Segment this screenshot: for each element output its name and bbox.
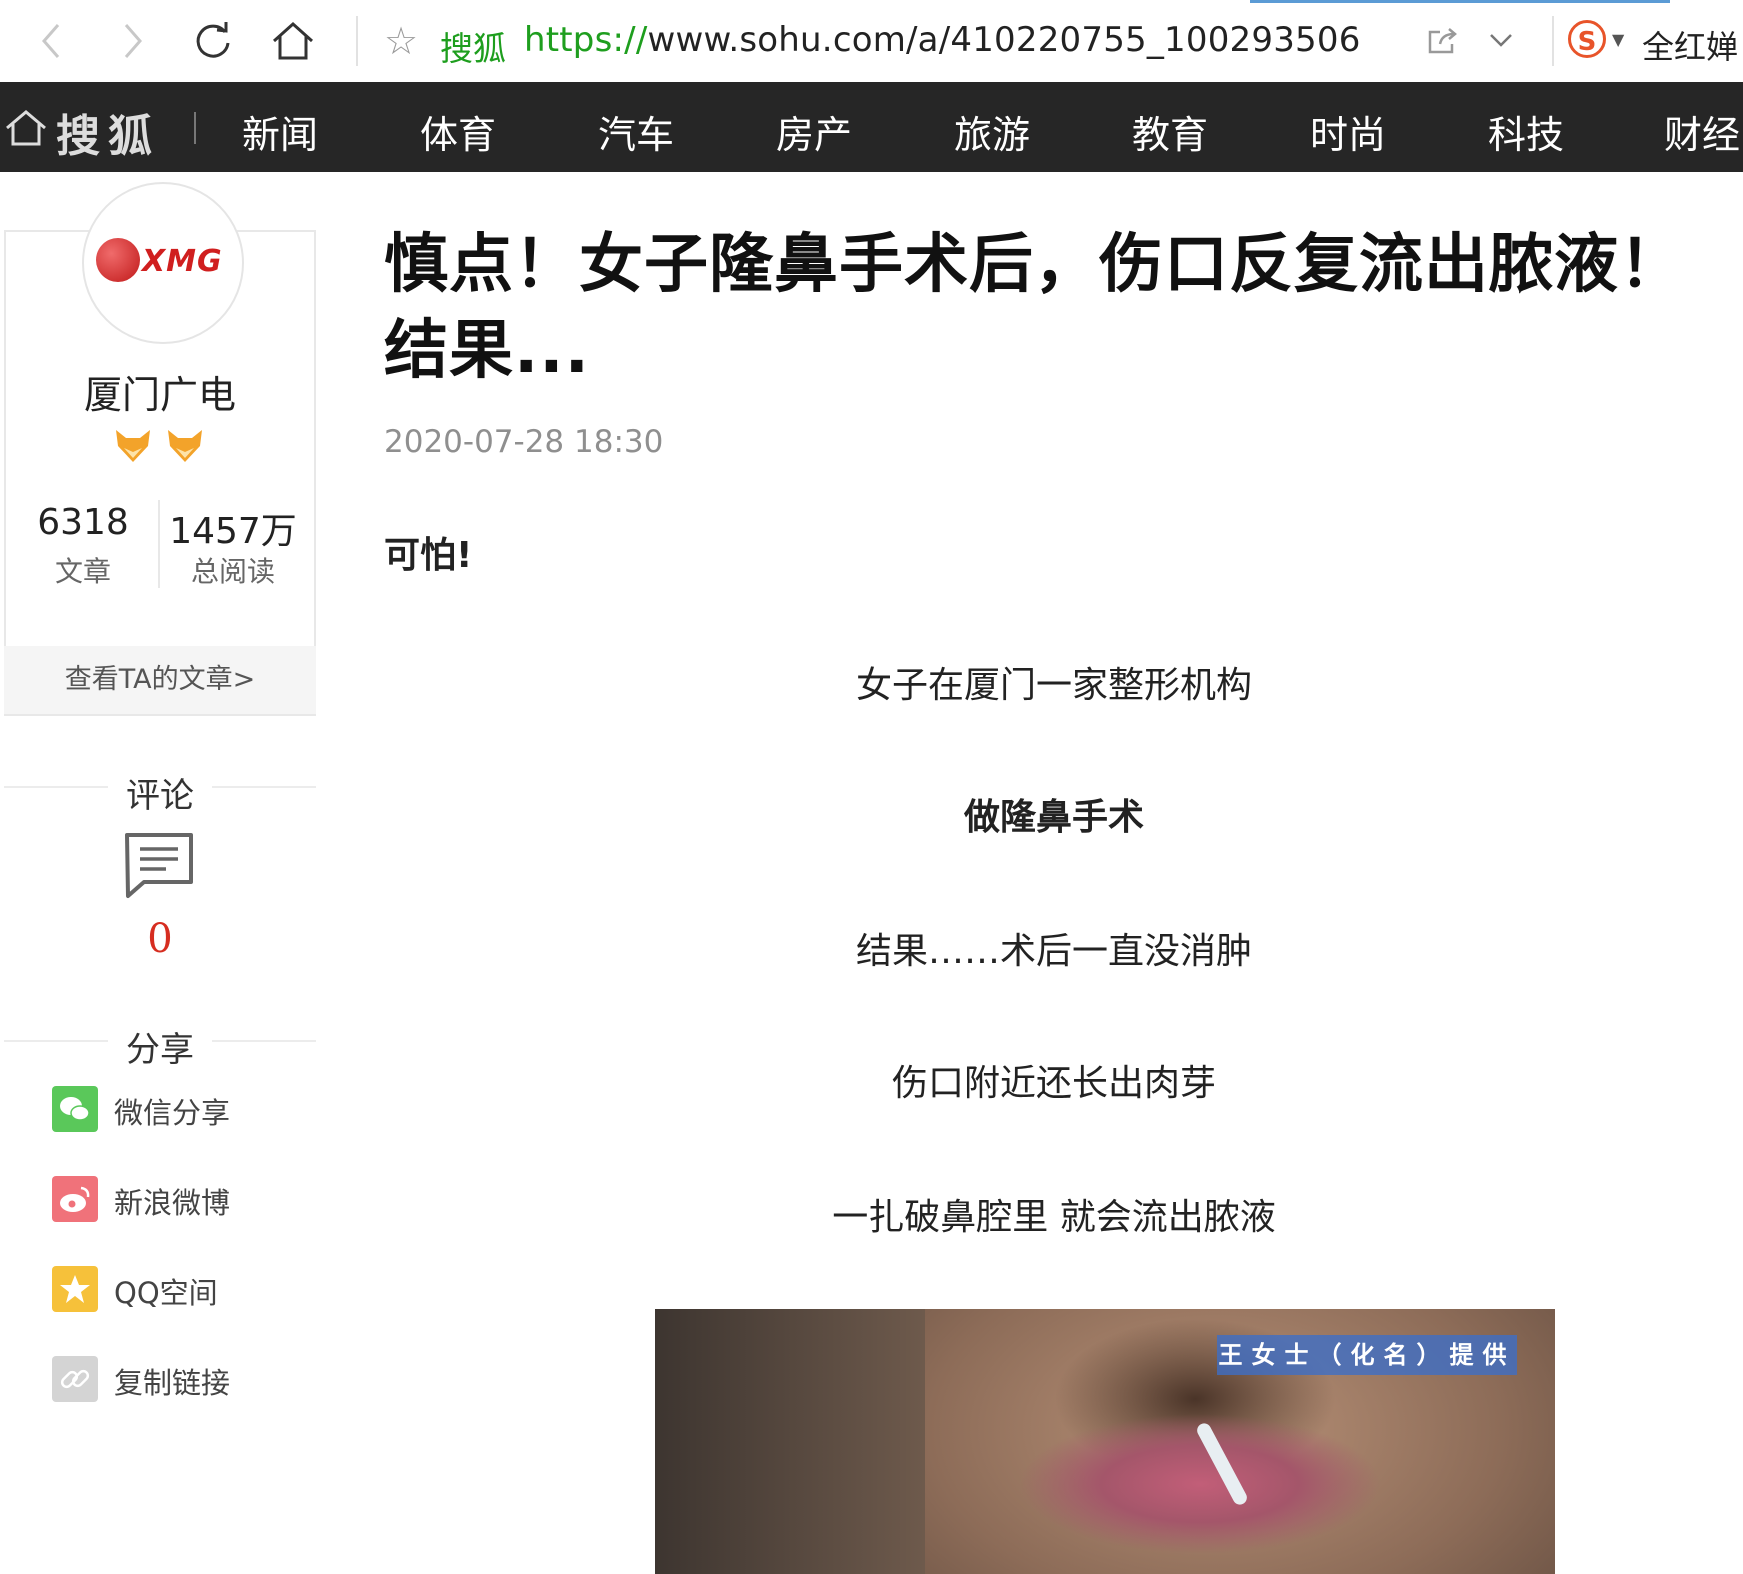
article-paragraph: 伤口附近还长出肉芽: [891, 1063, 1216, 1104]
reload-icon: [196, 22, 230, 58]
comments-title: 评论: [126, 776, 194, 816]
article-paragraph: 做隆鼻手术: [963, 797, 1144, 838]
reload-button[interactable]: [186, 14, 240, 68]
url-path: www.sohu.com/a/410220755_100293506: [647, 20, 1361, 60]
url-protocol: https://: [524, 20, 648, 60]
address-bar[interactable]: https://www.sohu.com/a/410220755_1002935…: [524, 20, 1361, 60]
link-icon: [52, 1356, 98, 1402]
article-image[interactable]: 王女士（化名）提供: [655, 1309, 1555, 1574]
nav-item-sports[interactable]: 体育: [420, 104, 496, 159]
nav-item-auto[interactable]: 汽车: [598, 104, 674, 159]
xmg-logo-icon: [96, 238, 140, 282]
home-icon: [272, 21, 314, 60]
comment-icon[interactable]: [124, 832, 194, 900]
search-input[interactable]: 全红婵: [1642, 22, 1738, 68]
nav-item-fashion[interactable]: 时尚: [1310, 104, 1386, 159]
sohu-logo[interactable]: 搜狐: [56, 100, 160, 164]
author-name[interactable]: 厦门广电: [0, 364, 320, 419]
nav-item-education[interactable]: 教育: [1132, 104, 1208, 159]
nav-item-tech[interactable]: 科技: [1488, 104, 1564, 159]
toolbar-separator: [1552, 16, 1554, 66]
article-paragraph: 一扎破鼻腔里 就会流出脓液: [832, 1197, 1276, 1238]
chevron-left-icon: [42, 24, 60, 58]
article-lead: 可怕!: [384, 535, 473, 576]
forward-button[interactable]: [106, 14, 160, 68]
fox-badge-icon: [168, 430, 202, 462]
view-author-articles-link[interactable]: 查看TA的文章>: [4, 646, 316, 714]
nav-divider: [194, 112, 196, 144]
comment-count[interactable]: 0: [0, 916, 320, 962]
article-date: 2020-07-28 18:30: [384, 424, 664, 460]
avatar-logo-text: XMG: [142, 244, 223, 279]
sogou-icon[interactable]: S: [1568, 20, 1606, 58]
total-reads-label: 总阅读: [190, 555, 275, 588]
share-weibo-label: 新浪微博: [114, 1186, 231, 1220]
site-name-label: 搜狐: [440, 29, 506, 68]
share-title: 分享: [126, 1030, 194, 1070]
browser-toolbar: ☆ 搜狐 https://www.sohu.com/a/410220755_10…: [0, 0, 1743, 83]
qzone-icon: [52, 1266, 98, 1312]
wechat-icon: [52, 1086, 98, 1132]
home-icon[interactable]: [4, 108, 48, 148]
weibo-icon: [52, 1176, 98, 1222]
image-caption: 王女士（化名）提供: [1217, 1335, 1517, 1375]
articles-count: 6318: [37, 502, 129, 543]
cotton-swab: [1194, 1420, 1250, 1508]
toolbar-separator: [356, 16, 358, 66]
nav-item-news[interactable]: 新闻: [242, 104, 318, 159]
articles-label: 文章: [54, 555, 111, 588]
back-button[interactable]: [24, 14, 78, 68]
total-reads-count: 1457万: [169, 511, 297, 552]
article-paragraph: 女子在厦门一家整形机构: [855, 665, 1252, 706]
copy-link-label: 复制链接: [114, 1366, 231, 1400]
nav-item-finance[interactable]: 财经: [1664, 104, 1740, 159]
site-nav-bar: 搜狐 新闻 体育 汽车 房产 旅游 教育 时尚 科技 财经: [0, 82, 1743, 172]
share-page-icon[interactable]: [1426, 26, 1460, 56]
fox-badge-icon: [116, 430, 150, 462]
home-button[interactable]: [266, 14, 320, 68]
caret-down-icon[interactable]: ▼: [1612, 30, 1624, 49]
chevron-down-icon[interactable]: [1486, 28, 1516, 52]
loading-accent-bar: [1250, 0, 1670, 3]
share-qzone-label: QQ空间: [114, 1276, 218, 1310]
nav-item-realestate[interactable]: 房产: [776, 104, 852, 159]
stat-divider: [158, 500, 160, 588]
bookmark-star-icon[interactable]: ☆: [384, 22, 418, 60]
nav-item-travel[interactable]: 旅游: [954, 104, 1030, 159]
image-shadow-panel: [655, 1309, 925, 1574]
share-wechat-label: 微信分享: [114, 1096, 231, 1130]
article-title: 慎点！女子隆鼻手术后，伤口反复流出脓液！结果...: [384, 228, 1684, 388]
chevron-right-icon: [124, 24, 142, 58]
article-paragraph: 结果……术后一直没消肿: [855, 931, 1252, 972]
author-avatar[interactable]: XMG: [82, 182, 244, 344]
